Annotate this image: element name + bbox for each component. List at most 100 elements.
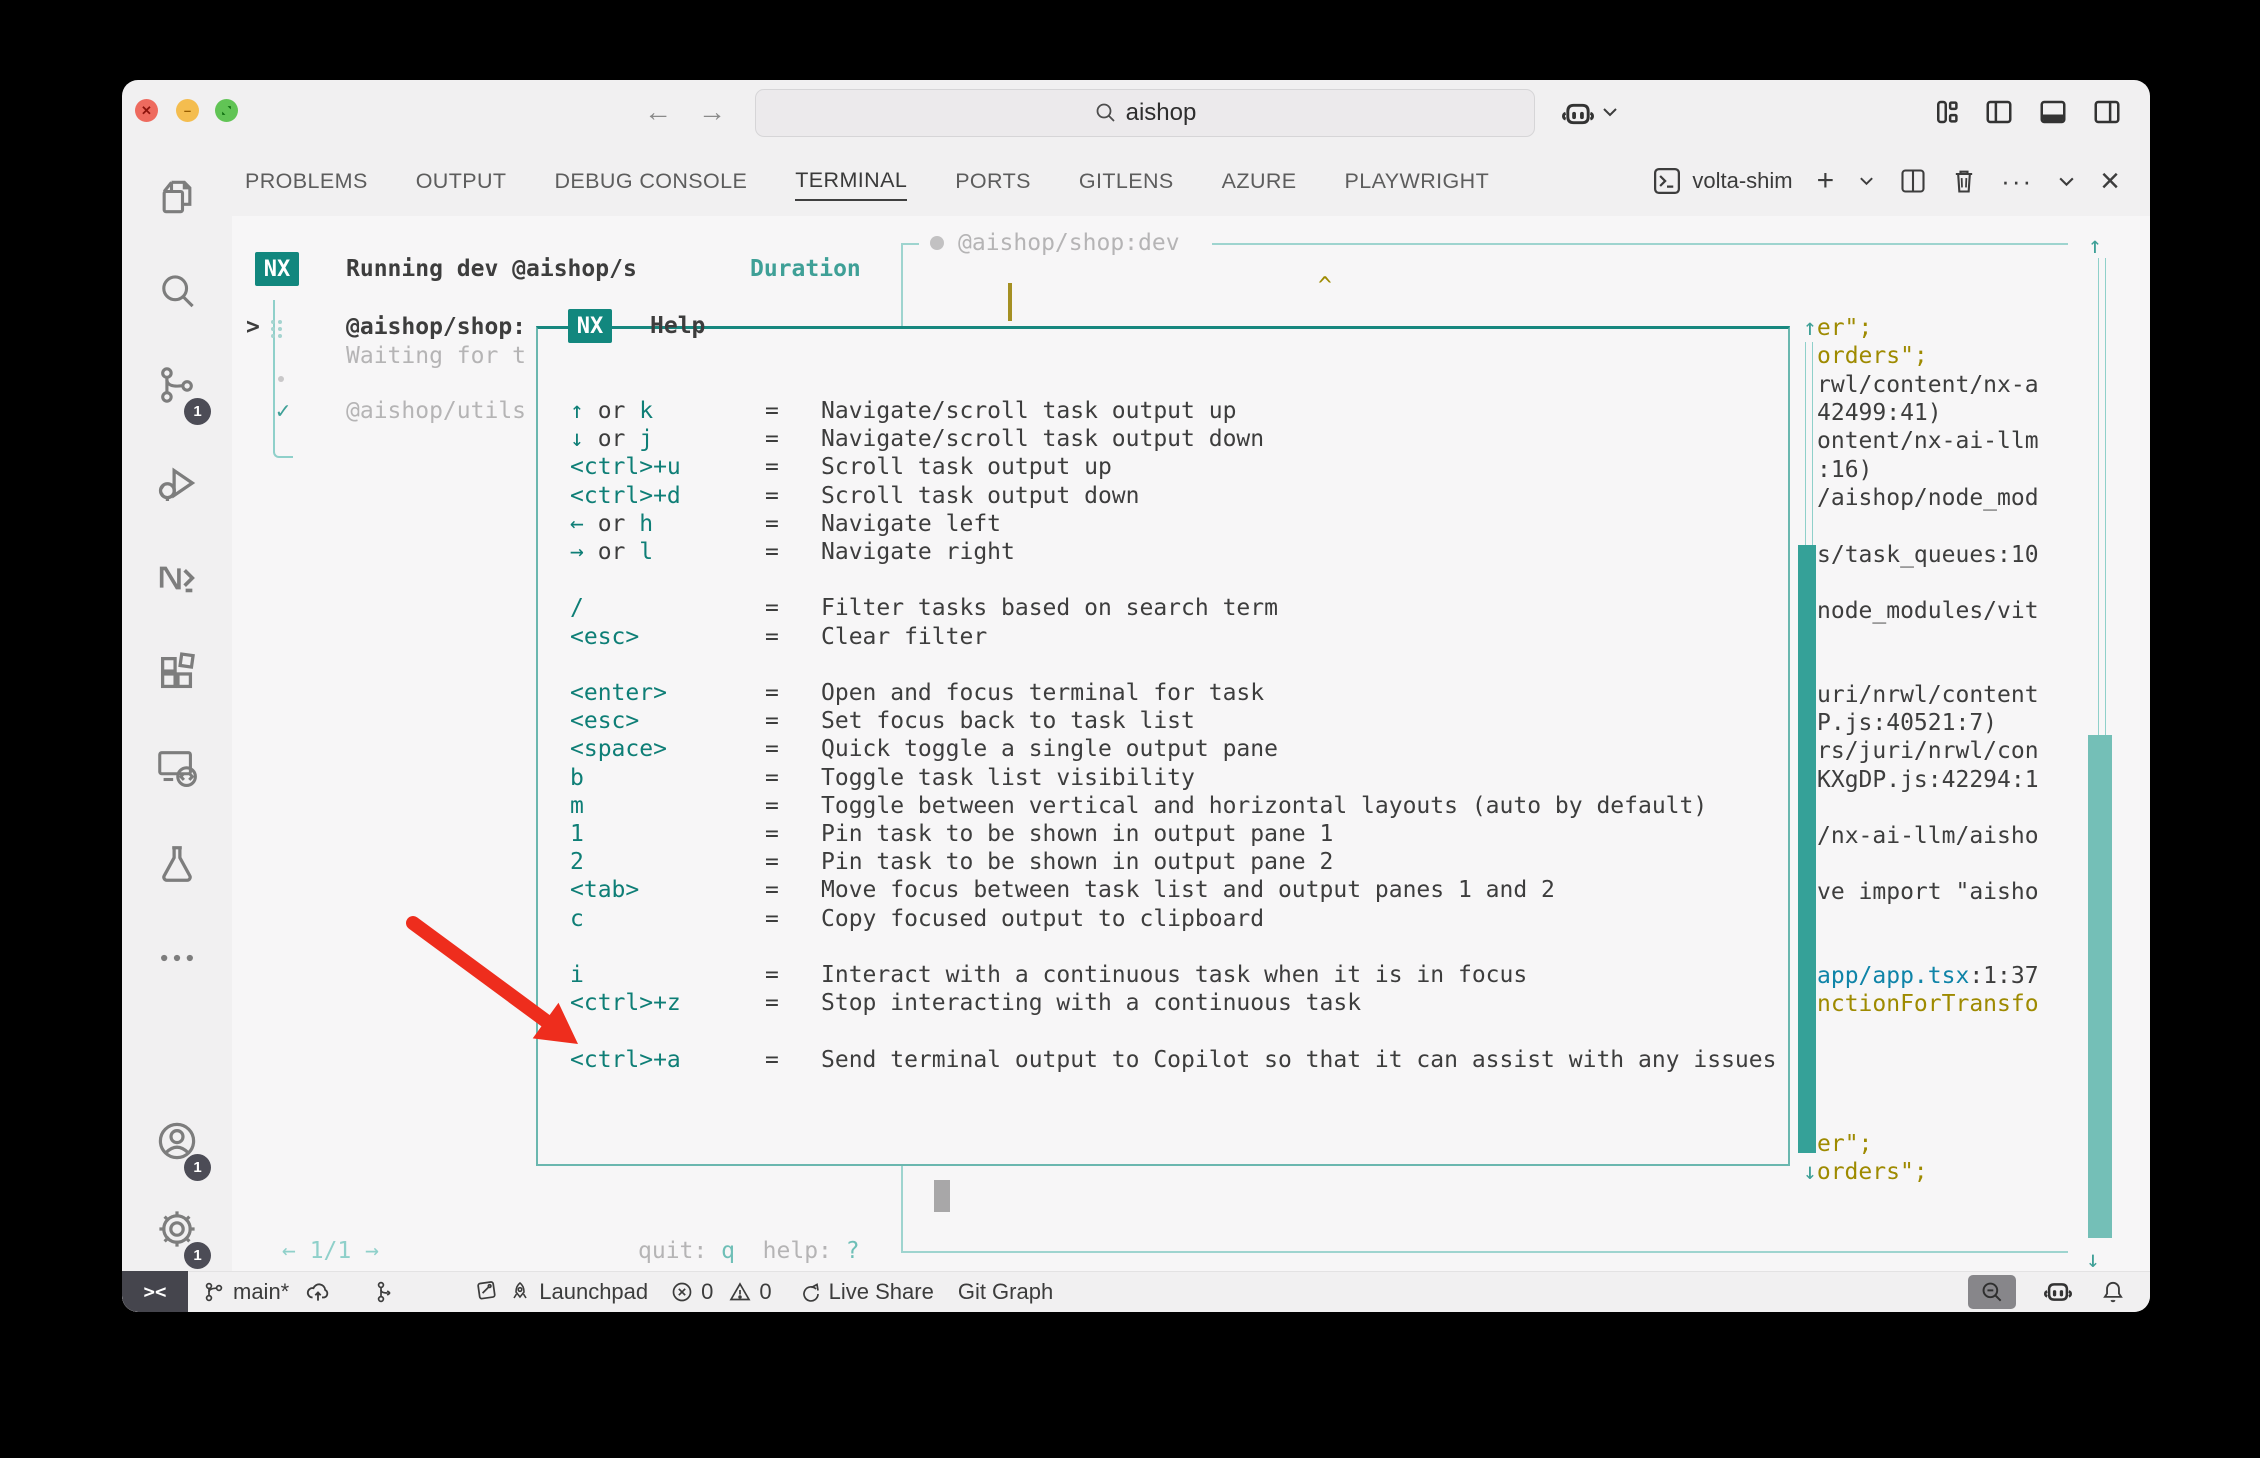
launchpad-item[interactable]: Launchpad — [475, 1279, 648, 1305]
tab-azure[interactable]: AZURE — [1222, 163, 1297, 200]
search-icon — [1094, 101, 1118, 125]
source-control-badge: 1 — [184, 398, 211, 425]
drag-handle-icon[interactable] — [269, 318, 284, 340]
screencast-zoom-button[interactable] — [1968, 1275, 2016, 1309]
pane2-header-title: @aishop/shop:dev — [958, 229, 1180, 257]
help-row: <esc>=Clear filter — [536, 623, 1790, 651]
desktop-background: ✕ – ← → aishop — [0, 0, 2260, 1458]
run-and-debug-icon[interactable] — [154, 460, 200, 506]
task-spinner-dot — [278, 376, 284, 382]
activity-bar: 1 — [122, 146, 232, 1272]
toggle-panel-button[interactable] — [2038, 98, 2068, 126]
tab-output[interactable]: OUTPUT — [416, 163, 507, 200]
terminal-controls: volta-shim + ··· × — [1652, 146, 2120, 216]
additional-views-icon[interactable] — [155, 936, 199, 980]
live-share-label: Live Share — [829, 1279, 934, 1305]
remote-indicator[interactable]: >< — [122, 1271, 188, 1312]
nx-footer-hints: quit: q help: ? — [638, 1237, 860, 1265]
scroll-down-arrow[interactable]: ↓ — [2086, 1246, 2100, 1274]
rocket-icon — [508, 1279, 532, 1305]
extensions-icon[interactable] — [154, 650, 200, 696]
workflow-icon — [373, 1279, 397, 1305]
tab-debug-console[interactable]: DEBUG CONSOLE — [554, 163, 747, 200]
pane2-border-bottom — [901, 1251, 2068, 1253]
help-row: <ctrl>+d=Scroll task output down — [536, 482, 1790, 510]
search-sidebar-icon[interactable] — [155, 270, 199, 314]
warning-count: 0 — [759, 1279, 771, 1305]
remote-explorer-icon[interactable] — [154, 745, 200, 791]
nx-header-badge: NX — [255, 252, 299, 286]
notifications-bell-icon[interactable] — [2100, 1278, 2126, 1306]
tab-playwright[interactable]: PLAYWRIGHT — [1345, 163, 1490, 200]
tab-problems[interactable]: PROBLEMS — [245, 163, 368, 200]
panel-tabs: PROBLEMS OUTPUT DEBUG CONSOLE TERMINAL PORTS… — [245, 146, 1489, 216]
pane2-border-top-left — [901, 243, 919, 245]
panel-scrollbar-handle[interactable] — [934, 1180, 950, 1212]
zoom-window-button[interactable] — [215, 99, 238, 122]
error-count: 0 — [701, 1279, 713, 1305]
tab-ports[interactable]: PORTS — [955, 163, 1031, 200]
copilot-menu-button[interactable] — [1560, 98, 1596, 130]
sync-changes-button[interactable] — [305, 1280, 331, 1304]
forward-button[interactable]: → — [698, 94, 726, 130]
pane2-output-line: ontent/nx-ai-llm — [1817, 427, 2039, 455]
help-badge: NX — [568, 309, 612, 343]
toggle-secondary-sidebar-button[interactable] — [2092, 98, 2122, 126]
help-row: <space>=Quick toggle a single output pan… — [536, 735, 1790, 763]
launch-profile-chevron-icon[interactable] — [1858, 175, 1875, 187]
pane2-output-line: 42499:41) — [1817, 399, 1942, 427]
explorer-icon[interactable] — [155, 175, 199, 219]
task-status-text: Waiting for t — [346, 342, 526, 370]
error-circle-icon — [670, 1280, 694, 1304]
pane2-output-line: ↓orders"; — [1803, 1158, 1928, 1186]
copilot-status-icon[interactable] — [2042, 1278, 2074, 1306]
search-value: aishop — [1126, 99, 1197, 127]
right-scroll-thumb[interactable] — [2088, 735, 2112, 1238]
chevron-down-icon[interactable] — [1601, 106, 1619, 118]
toggle-primary-sidebar-button[interactable] — [1984, 98, 2014, 126]
help-row: ← or h=Navigate left — [536, 510, 1790, 538]
close-panel-button[interactable]: × — [2100, 166, 2120, 196]
pane2-output-line: /aishop/node_mod — [1817, 484, 2039, 512]
live-share-item[interactable]: Live Share — [798, 1279, 934, 1305]
command-center-search[interactable]: aishop — [755, 89, 1535, 137]
git-graph-item[interactable]: Git Graph — [958, 1279, 1053, 1305]
testing-icon[interactable] — [154, 841, 200, 887]
pane2-output-line: s/task_queues:10 — [1817, 541, 2039, 569]
tab-terminal[interactable]: TERMINAL — [795, 162, 907, 201]
scroll-up-arrow[interactable]: ↑ — [2088, 232, 2102, 260]
tab-gitlens[interactable]: GITLENS — [1079, 163, 1174, 200]
task-name-completed[interactable]: @aishop/utils — [346, 397, 526, 425]
help-row: <ctrl>+z=Stop interacting with a continu… — [536, 989, 1790, 1017]
terminal-cursor — [1008, 283, 1012, 321]
pane2-output-line: rs/juri/nrwl/con — [1817, 737, 2039, 765]
more-actions-button[interactable]: ··· — [2001, 166, 2033, 196]
kill-terminal-button[interactable] — [1951, 167, 1977, 195]
task-expand-arrow[interactable]: > — [246, 313, 260, 341]
pane2-scroll-thumb[interactable] — [1798, 545, 1816, 1153]
terminal-instance-item[interactable]: volta-shim — [1652, 166, 1792, 196]
git-branch-item[interactable]: main* — [202, 1279, 289, 1305]
customize-layout-button[interactable] — [1932, 98, 1962, 126]
pane2-caret: ^ — [1318, 272, 1332, 300]
problems-item[interactable]: 0 0 — [670, 1279, 772, 1305]
help-row: <tab>=Move focus between task list and o… — [536, 876, 1790, 904]
live-share-icon — [798, 1279, 822, 1305]
help-row: 2=Pin task to be shown in output pane 2 — [536, 848, 1790, 876]
nx-console-icon[interactable] — [154, 555, 200, 601]
titlebar: ✕ – ← → aishop — [122, 80, 2150, 146]
new-terminal-button[interactable]: + — [1817, 166, 1835, 196]
pipelines-item[interactable] — [373, 1279, 397, 1305]
pane2-output-line: :16) — [1817, 456, 1872, 484]
panel-size-chevron-icon[interactable] — [2057, 175, 2076, 188]
cloud-upload-icon — [305, 1280, 331, 1304]
close-window-button[interactable]: ✕ — [135, 99, 158, 122]
launchpad-label: Launchpad — [539, 1279, 648, 1305]
task-name-running[interactable]: @aishop/shop: — [346, 313, 526, 341]
task-success-check-icon: ✓ — [276, 397, 290, 425]
split-terminal-button[interactable] — [1899, 167, 1927, 195]
git-branch-icon — [202, 1280, 226, 1304]
pane2-output-line: /nx-ai-llm/aisho — [1817, 822, 2039, 850]
minimize-window-button[interactable]: – — [176, 99, 199, 122]
back-button[interactable]: ← — [644, 94, 672, 130]
